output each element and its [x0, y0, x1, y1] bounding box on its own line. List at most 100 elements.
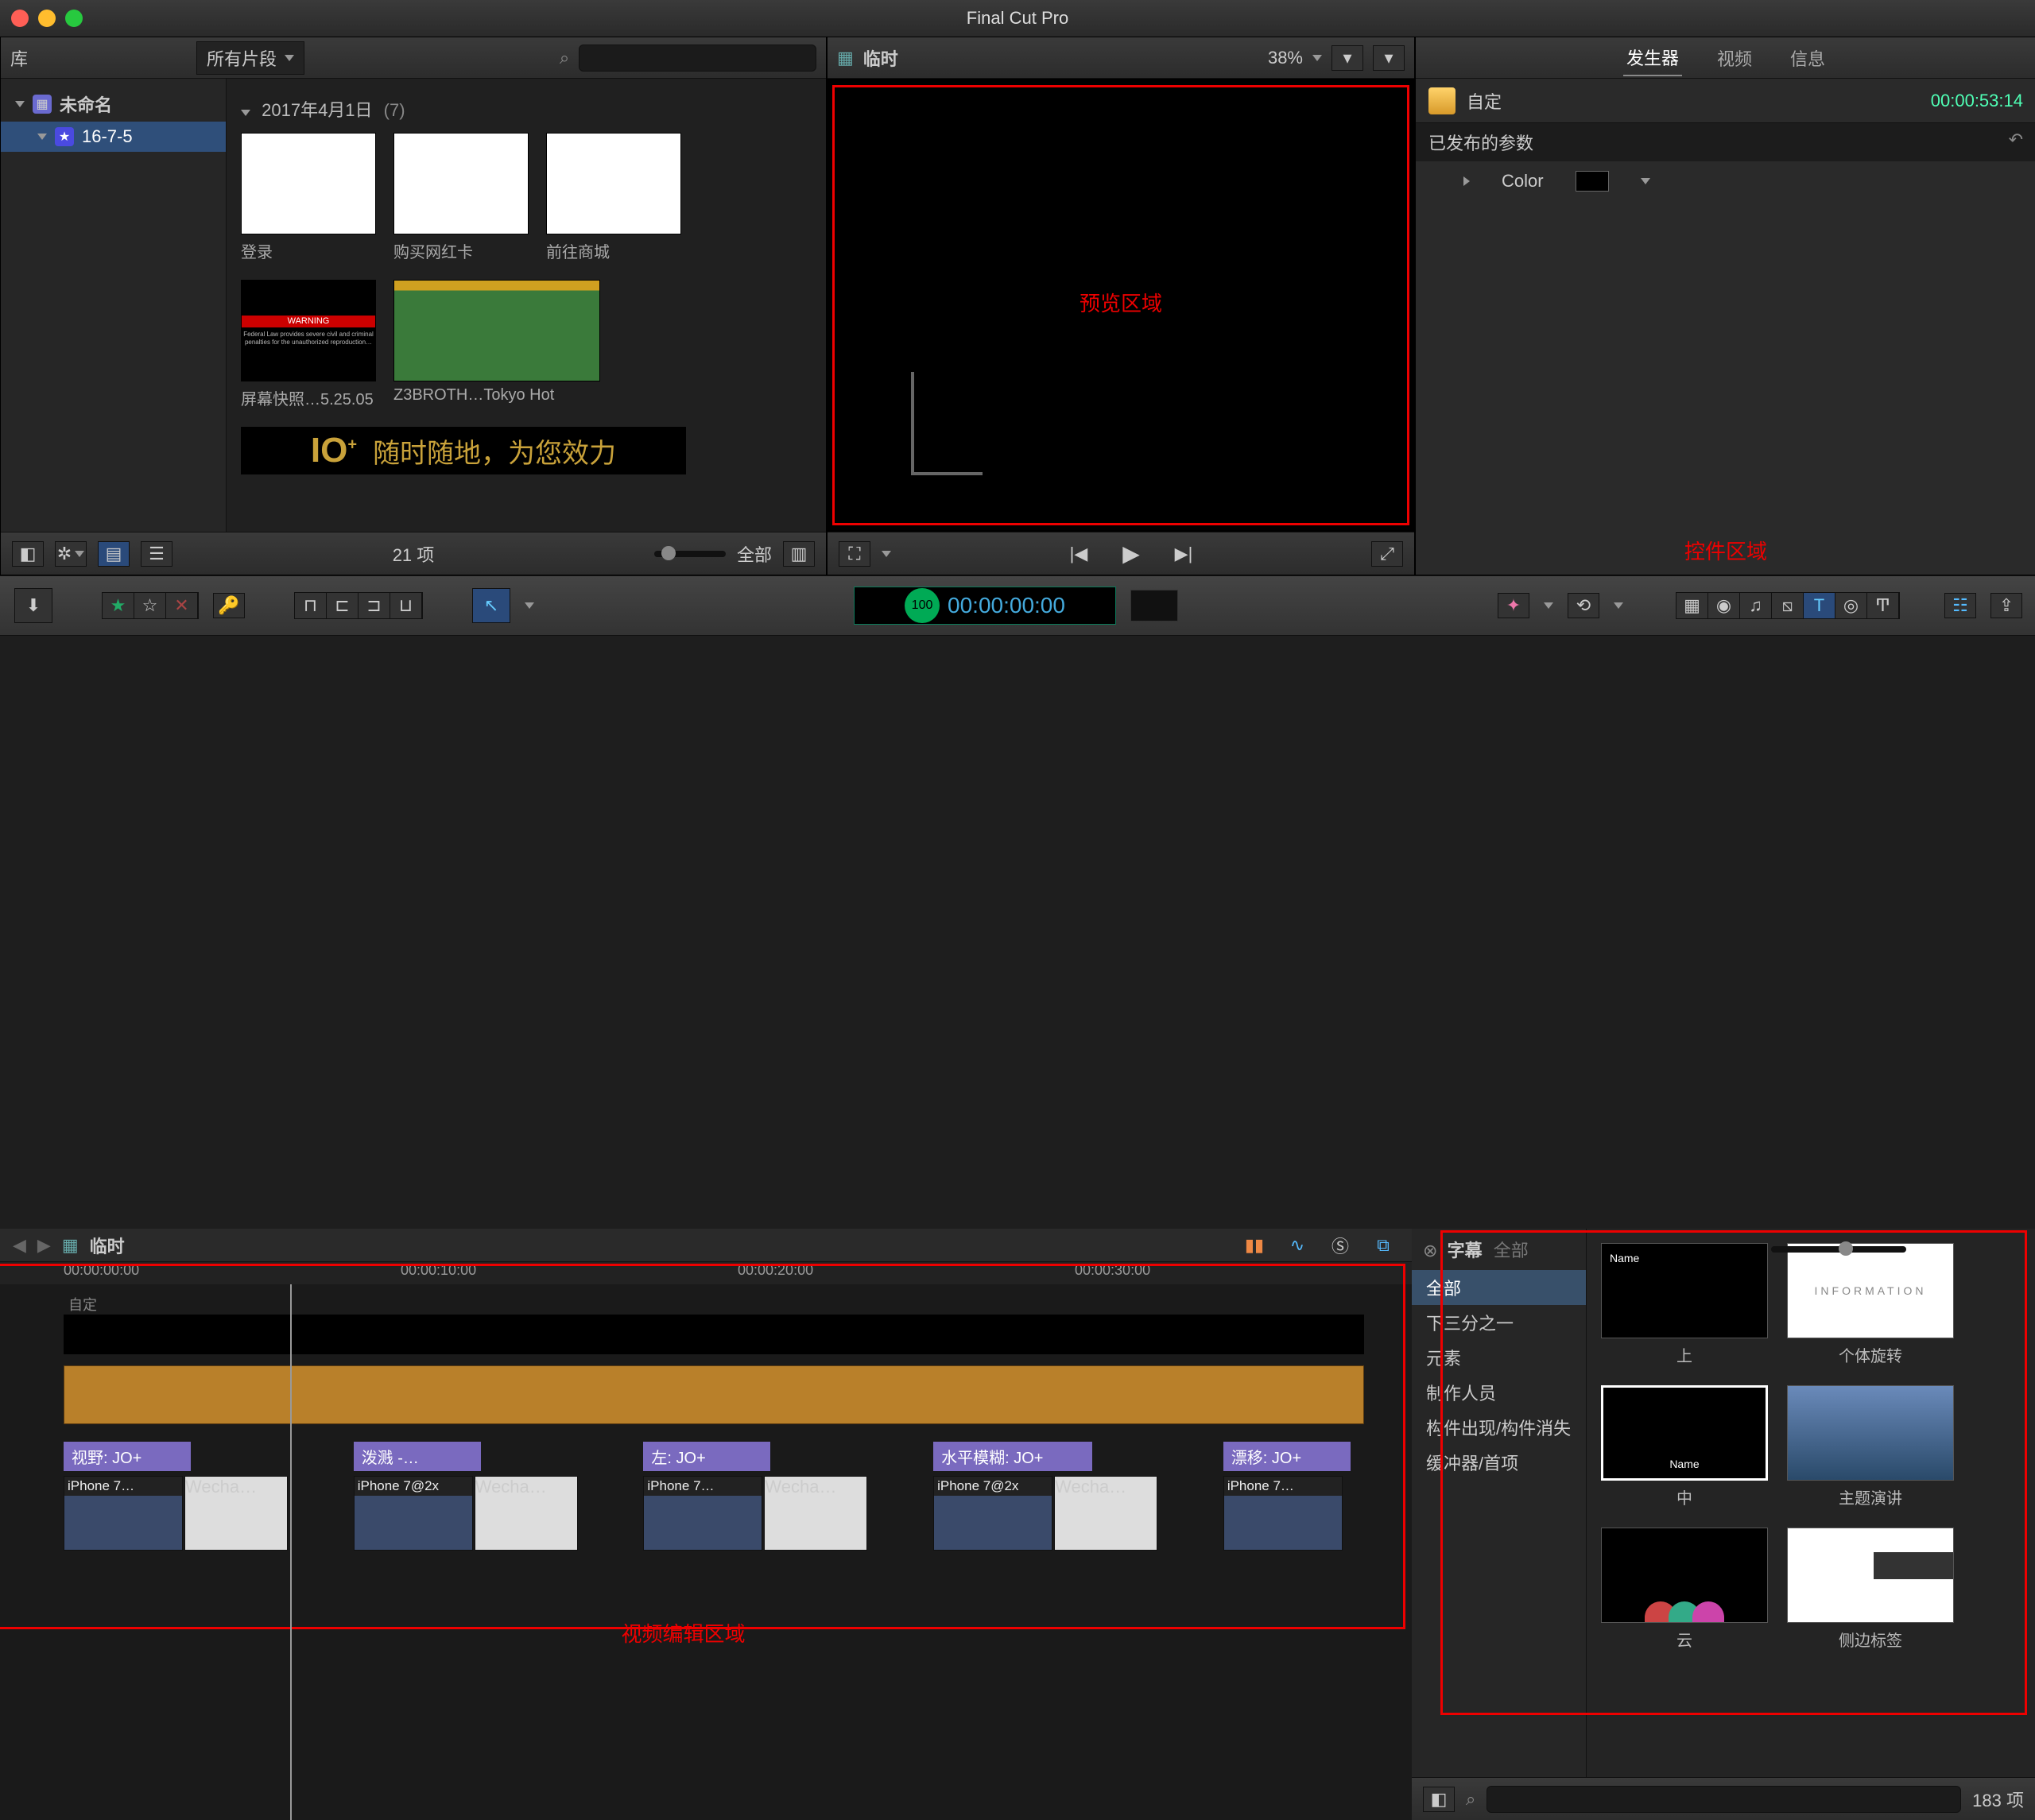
reject-button[interactable]: ✕: [166, 593, 198, 618]
close-icon[interactable]: ⊗: [1423, 1241, 1437, 1260]
clip-thumb[interactable]: IO+随时随地，为您效力: [241, 427, 686, 474]
disclosure-icon: [241, 110, 250, 116]
favorite-button[interactable]: ★: [103, 593, 134, 618]
library-search-input[interactable]: [579, 45, 816, 72]
overwrite-button[interactable]: ⊔: [390, 593, 422, 618]
append-button[interactable]: ⊐: [359, 593, 390, 618]
category-item[interactable]: 全部: [1412, 1270, 1586, 1305]
date-label: 2017年4月1日: [262, 100, 372, 120]
titles-browser-button[interactable]: T: [1804, 593, 1835, 618]
clip-thumb[interactable]: 购买网红卡: [393, 133, 529, 262]
transform-button[interactable]: ⛶: [839, 541, 870, 567]
transitions-browser-button[interactable]: ⧅: [1772, 593, 1804, 618]
category-item[interactable]: 元素: [1412, 1340, 1586, 1375]
tab-info[interactable]: 信息: [1787, 41, 1828, 76]
clip-group-header[interactable]: 2017年4月1日 (7): [241, 93, 812, 133]
timeline-index-button[interactable]: ☷: [1944, 593, 1976, 618]
clip-thumb[interactable]: 前往商城: [546, 133, 681, 262]
history-back-icon[interactable]: ◀: [13, 1235, 26, 1256]
photos-browser-button[interactable]: ◉: [1708, 593, 1740, 618]
disclosure-icon[interactable]: [1463, 176, 1470, 186]
title-preset[interactable]: 云: [1601, 1528, 1768, 1651]
clip-thumb[interactable]: 登录: [241, 133, 376, 262]
tab-video[interactable]: 视频: [1714, 41, 1755, 76]
enhance-button[interactable]: ✦: [1498, 593, 1529, 618]
title-preset[interactable]: INFORMATION个体旋转: [1787, 1243, 1954, 1366]
insert-button[interactable]: ⊏: [327, 593, 359, 618]
timeline-panel: ◀ ▶ ▦ 临时 ▮▮ ∿ Ⓢ ⧉ 00:00:00:00 00:00:10:0…: [0, 1229, 1412, 1820]
prev-edit-button[interactable]: |◀: [1064, 542, 1094, 566]
retime-button[interactable]: ⟲: [1568, 593, 1599, 618]
chevron-down-icon[interactable]: [525, 602, 534, 609]
effects-browser-button[interactable]: ▦: [1676, 593, 1708, 618]
thumb-size-slider[interactable]: [654, 551, 726, 557]
color-well[interactable]: [1576, 171, 1609, 192]
preview-shape: [911, 372, 983, 475]
clip-thumb[interactable]: Z3BROTH…Tokyo Hot: [393, 280, 600, 409]
themes-browser-button[interactable]: Ͳ: [1867, 593, 1899, 618]
browser-scope: 全部: [1494, 1241, 1529, 1260]
preset-icon: [1428, 87, 1456, 114]
play-button[interactable]: ▶: [1116, 542, 1146, 566]
snapping-button[interactable]: ⧉: [1367, 1233, 1399, 1258]
chevron-down-icon[interactable]: [1641, 178, 1650, 184]
event-label: 16-7-5: [82, 126, 133, 147]
generators-browser-button[interactable]: ◎: [1835, 593, 1867, 618]
skimming-button[interactable]: ▮▮: [1238, 1233, 1270, 1258]
clips-filter-label: 所有片段: [207, 45, 277, 71]
minimize-icon[interactable]: [38, 10, 56, 27]
category-item[interactable]: 构件出现/构件消失: [1412, 1410, 1586, 1445]
window-titlebar: Final Cut Pro: [0, 0, 2035, 37]
audio-skimming-button[interactable]: ∿: [1281, 1233, 1313, 1258]
clip-thumb[interactable]: WARNINGFederal Law provides severe civil…: [241, 280, 376, 409]
timecode-display[interactable]: 100 00:00:00:00: [854, 587, 1116, 625]
timeline-zoom-slider[interactable]: [1771, 1246, 1906, 1253]
playhead[interactable]: [290, 1284, 292, 1820]
search-icon[interactable]: ⌕: [560, 48, 569, 68]
audio-meter: [1130, 590, 1178, 622]
title-preset[interactable]: Name上: [1601, 1243, 1768, 1366]
item-count: 21 项: [393, 545, 435, 565]
zoom-icon[interactable]: [65, 10, 83, 27]
category-item[interactable]: 制作人员: [1412, 1375, 1586, 1410]
toggle-sidebar-button[interactable]: ◧: [1423, 1787, 1455, 1812]
fullscreen-button[interactable]: ⤢: [1371, 541, 1403, 567]
toggle-sidebar-button[interactable]: ◧: [12, 541, 44, 567]
title-preset[interactable]: 主题演讲: [1787, 1385, 1954, 1508]
title-preset[interactable]: Name中: [1601, 1385, 1768, 1508]
settings-gear-icon[interactable]: ✲: [55, 541, 87, 567]
share-button[interactable]: ⇪: [1990, 593, 2022, 618]
clips-filter-dropdown[interactable]: 所有片段: [196, 41, 304, 75]
annotation-box: 预览区域: [832, 85, 1409, 525]
close-icon[interactable]: [11, 10, 29, 27]
music-browser-button[interactable]: ♫: [1740, 593, 1772, 618]
view-options-button[interactable]: ▾: [1331, 45, 1363, 71]
import-button[interactable]: ⬇: [14, 588, 52, 623]
next-edit-button[interactable]: ▶|: [1169, 542, 1199, 566]
clip-appearance-button[interactable]: ▥: [783, 541, 815, 567]
chevron-down-icon: [882, 551, 891, 557]
clapper-icon: ▦: [837, 48, 854, 68]
history-fwd-icon[interactable]: ▶: [37, 1235, 51, 1256]
media-browsers: ▦ ◉ ♫ ⧅ T ◎ Ͳ: [1676, 592, 1900, 619]
category-item[interactable]: 下三分之一: [1412, 1305, 1586, 1340]
title-preset[interactable]: 侧边标签: [1787, 1528, 1954, 1651]
library-event[interactable]: ★ 16-7-5: [1, 122, 226, 152]
disclosure-icon: [15, 101, 25, 107]
reset-icon[interactable]: ↶: [2009, 130, 2023, 155]
clapper-icon: ▦: [62, 1235, 79, 1256]
view-list-button[interactable]: ☰: [141, 541, 172, 567]
browser-count: 183 项: [1972, 1787, 2024, 1812]
display-options-button[interactable]: ▾: [1373, 45, 1405, 71]
category-item[interactable]: 缓冲器/首项: [1412, 1445, 1586, 1480]
unrate-button[interactable]: ☆: [134, 593, 166, 618]
view-filmstrip-button[interactable]: ▤: [98, 541, 130, 567]
zoom-level[interactable]: 38%: [1268, 48, 1303, 68]
tab-generator[interactable]: 发生器: [1623, 40, 1682, 76]
select-tool[interactable]: ↖: [472, 588, 510, 623]
connect-button[interactable]: ⊓: [295, 593, 327, 618]
keyword-button[interactable]: 🔑: [213, 593, 245, 618]
browser-search-input[interactable]: [1487, 1786, 1961, 1813]
library-project-root[interactable]: ▦ 未命名: [1, 87, 226, 122]
solo-button[interactable]: Ⓢ: [1324, 1233, 1356, 1258]
